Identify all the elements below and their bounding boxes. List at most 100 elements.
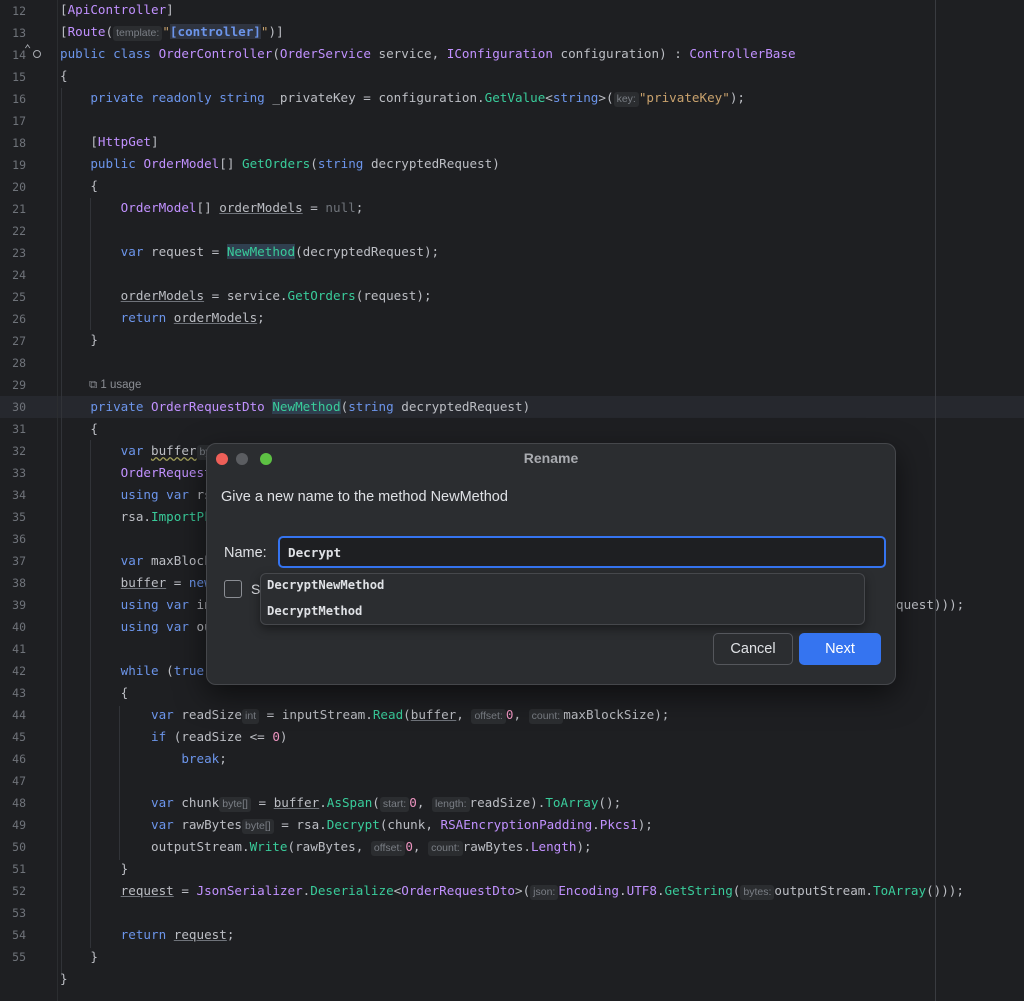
code-line-33: using var rs: [120, 487, 212, 502]
line-number: 14: [12, 48, 26, 62]
line-number: 41: [12, 642, 26, 656]
code-line-47: var chunk byte[] = buffer.AsSpan(start: 0,…: [151, 795, 622, 812]
line-number: 35: [12, 510, 26, 524]
line-number: 43: [12, 686, 26, 700]
line-number: 23: [12, 246, 26, 260]
code-line-30: {: [60, 421, 98, 436]
code-line-43: var readSize int = inputStream.Read(buffe…: [151, 707, 670, 724]
line-number: 44: [12, 708, 26, 722]
type-hint: byte[]: [219, 797, 251, 812]
param-hint: count:: [528, 709, 564, 724]
code-line-45: break;: [181, 751, 227, 766]
code-line-34: rsa.ImportPk: [60, 509, 212, 524]
line-number: 27: [12, 334, 26, 348]
rename-dialog: Rename Give a new name to the method New…: [206, 443, 896, 685]
code-line-36: var maxBlock: [120, 553, 212, 568]
param-hint: length:: [431, 797, 470, 812]
code-line-12: [ApiController]: [60, 2, 174, 17]
code-line-48: var rawBytes byte[] = rsa.Decrypt(chunk, …: [151, 817, 653, 834]
usage-hint-label: 1 usage: [100, 379, 142, 391]
line-number: 22: [12, 224, 26, 238]
code-line-18: [HttpGet]: [60, 134, 159, 149]
gutter-separator: [57, 0, 58, 1001]
code-line-42: {: [60, 685, 129, 700]
code-line-55: }: [60, 971, 68, 986]
option-checkbox[interactable]: [224, 580, 242, 598]
code-line-32: OrderRequest: [120, 465, 212, 480]
line-number: 45: [12, 730, 26, 744]
cancel-button[interactable]: Cancel: [713, 633, 793, 665]
code-line-29: private OrderRequestDto NewMethod(string…: [90, 399, 531, 414]
line-number: 20: [12, 180, 26, 194]
line-number: 18: [12, 136, 26, 150]
param-hint: count:: [428, 841, 463, 856]
suggestion-item[interactable]: DecryptNewMethod: [267, 578, 384, 592]
param-hint: offset:: [370, 841, 406, 856]
code-line-38: using var in: [120, 597, 212, 612]
line-number: 46: [12, 752, 26, 766]
param-hint: key:: [613, 92, 639, 107]
code-line-19: public OrderModel[] GetOrders(string dec…: [90, 156, 500, 171]
line-number: 19: [12, 158, 26, 172]
code-line-49: outputStream.Write(rawBytes, offset: 0, c…: [60, 839, 592, 856]
param-hint: template:: [113, 26, 163, 41]
name-input[interactable]: [278, 536, 886, 568]
line-number: 40: [12, 620, 26, 634]
right-margin-guide: [935, 0, 936, 1001]
code-line-44: if (readSize <= 0): [151, 729, 288, 744]
code-line-51: request = JsonSerializer.Deserialize<Ord…: [120, 883, 964, 900]
line-number: 53: [12, 906, 26, 920]
code-line-23: var request = NewMethod(decryptedRequest…: [120, 244, 440, 259]
suggestion-item[interactable]: DecryptMethod: [267, 604, 362, 618]
line-number: 25: [12, 290, 26, 304]
name-suggestions-popup: DecryptNewMethod DecryptMethod: [260, 573, 865, 625]
line-number: 24: [12, 268, 26, 282]
line-number: 16: [12, 92, 26, 106]
dialog-message: Give a new name to the method NewMethod: [221, 489, 508, 505]
line-number: 42: [12, 664, 26, 678]
line-number: 55: [12, 950, 26, 964]
next-button[interactable]: Next: [799, 633, 881, 665]
name-label: Name:: [224, 545, 267, 561]
code-line-37: buffer = new: [120, 575, 212, 590]
code-line-27: }: [60, 332, 98, 347]
param-hint: offset:: [471, 709, 506, 724]
line-number: 47: [12, 774, 26, 788]
code-line-53: return request;: [120, 927, 235, 942]
code-line-25: orderModels = service.GetOrders(request)…: [120, 288, 432, 303]
line-number: 37: [12, 554, 26, 568]
line-number: 52: [12, 884, 26, 898]
line-number: 17: [12, 114, 26, 128]
code-line-54: }: [60, 949, 98, 964]
param-hint: start:: [379, 797, 410, 812]
line-number: 15: [12, 70, 26, 84]
dialog-title: Rename: [523, 450, 579, 466]
line-number: 51: [12, 862, 26, 876]
code-line-15: {: [60, 68, 68, 83]
line-number: 39: [12, 598, 26, 612]
line-number: 48: [12, 796, 26, 810]
type-hint: byte[]: [242, 819, 274, 834]
line-number: 50: [12, 840, 26, 854]
usage-hint[interactable]: ⧉ 1 usage: [89, 376, 141, 394]
line-number: 49: [12, 818, 26, 832]
line-number: 29: [12, 378, 26, 392]
line-number: 33: [12, 466, 26, 480]
code-line-41: while (true): [120, 663, 212, 678]
line-number: 13: [12, 26, 26, 40]
code-line-20: {: [60, 178, 98, 193]
override-marker-icon[interactable]: [33, 50, 41, 58]
code-line-50: }: [60, 861, 129, 876]
param-hint: json:: [530, 885, 559, 900]
code-line-26: return orderModels;: [120, 310, 265, 325]
code-line-13: [Route(template: "[controller]")]: [60, 24, 284, 41]
line-number: 34: [12, 488, 26, 502]
line-number: 21: [12, 202, 26, 216]
option-checkbox-label[interactable]: S: [251, 581, 260, 597]
line-number: 12: [12, 4, 26, 18]
line-number: 26: [12, 312, 26, 326]
code-line-31: var bufferby: [60, 440, 214, 462]
fold-arrow-icon[interactable]: ⌃: [24, 42, 31, 56]
line-number: 28: [12, 356, 26, 370]
code-line-14: public class OrderController(OrderServic…: [60, 46, 796, 61]
